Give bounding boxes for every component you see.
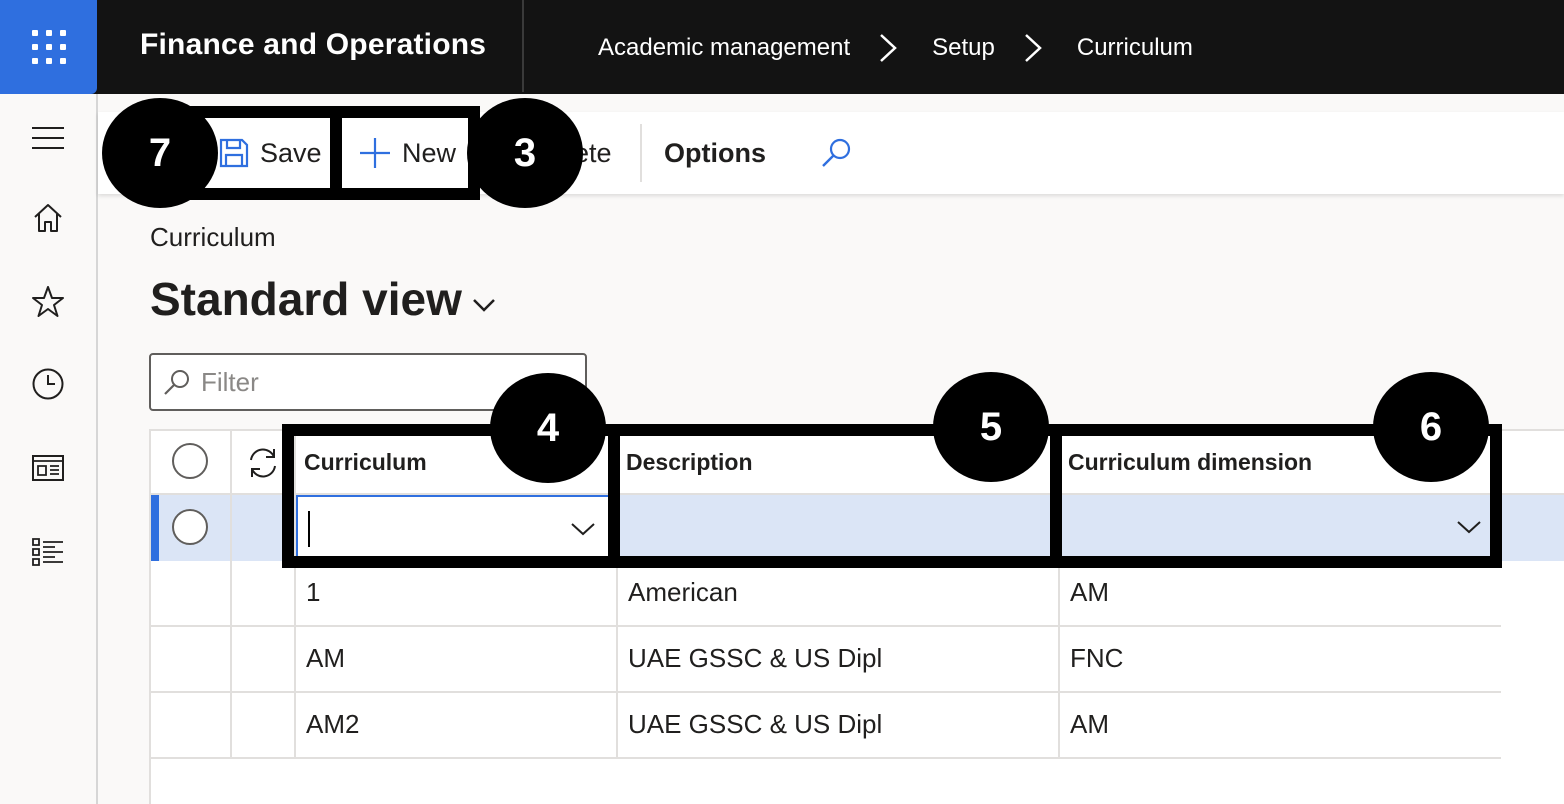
selected-row-indicator bbox=[151, 495, 159, 561]
new-button[interactable]: New bbox=[358, 112, 456, 194]
view-name: Standard view bbox=[150, 273, 462, 325]
cell-curriculum: AM2 bbox=[306, 709, 360, 739]
breadcrumb-academic-management[interactable]: Academic management bbox=[598, 34, 850, 62]
favorites-star-icon[interactable] bbox=[30, 284, 66, 320]
app-title[interactable]: Finance and Operations bbox=[140, 28, 486, 62]
chevron-down-icon[interactable] bbox=[570, 521, 596, 537]
select-all-radio[interactable] bbox=[172, 443, 208, 479]
table-row[interactable]: 1 American AM bbox=[151, 561, 1501, 625]
options-button[interactable]: Options bbox=[664, 112, 766, 194]
save-floppy-icon bbox=[219, 138, 249, 168]
title-divider bbox=[522, 0, 524, 92]
chevron-right-icon bbox=[880, 34, 897, 62]
app-launcher-icon[interactable] bbox=[0, 0, 97, 94]
callout-step-5: 5 bbox=[933, 372, 1049, 482]
column-header-curriculum[interactable]: Curriculum bbox=[304, 449, 427, 476]
callout-step-3: 3 bbox=[467, 98, 583, 208]
top-bar: Finance and Operations Academic manageme… bbox=[0, 0, 1564, 94]
cell-description: UAE GSSC & US Dipl bbox=[628, 709, 883, 739]
chevron-down-icon[interactable] bbox=[1456, 519, 1482, 535]
column-header-curriculum-dimension[interactable]: Curriculum dimension bbox=[1068, 449, 1312, 476]
view-selector[interactable]: Standard view bbox=[150, 272, 496, 326]
callout-step-4: 4 bbox=[490, 373, 606, 483]
cell-curriculum-dimension: AM bbox=[1070, 709, 1109, 739]
row-select-radio[interactable] bbox=[172, 509, 208, 545]
callout-step-7: 7 bbox=[102, 98, 218, 208]
text-caret bbox=[308, 511, 310, 547]
breadcrumb: Academic management Setup Curriculum bbox=[598, 33, 1193, 63]
curriculum-dimension-input[interactable] bbox=[1062, 495, 1492, 561]
chevron-right-icon bbox=[1025, 34, 1042, 62]
hamburger-menu-icon[interactable] bbox=[30, 120, 66, 156]
breadcrumb-curriculum[interactable]: Curriculum bbox=[1077, 34, 1193, 62]
table-row[interactable]: AM2 UAE GSSC & US Dipl AM bbox=[151, 693, 1501, 757]
table-row[interactable]: AM UAE GSSC & US Dipl FNC bbox=[151, 627, 1501, 691]
curriculum-input[interactable] bbox=[296, 495, 612, 561]
new-label: New bbox=[402, 137, 457, 168]
column-header-description[interactable]: Description bbox=[626, 449, 753, 476]
curriculum-grid: Curriculum Description Curriculum dimens… bbox=[149, 429, 1564, 804]
plus-icon bbox=[360, 138, 390, 168]
cell-curriculum-dimension: FNC bbox=[1070, 643, 1124, 673]
callout-step-6: 6 bbox=[1373, 372, 1489, 482]
save-button[interactable]: Save bbox=[218, 112, 322, 194]
cell-curriculum: 1 bbox=[306, 577, 321, 607]
chevron-down-icon bbox=[472, 299, 495, 312]
search-icon bbox=[164, 370, 189, 395]
refresh-icon[interactable] bbox=[245, 445, 281, 481]
home-icon[interactable] bbox=[30, 200, 66, 236]
workspaces-icon[interactable] bbox=[30, 450, 66, 486]
left-navigation bbox=[0, 94, 98, 804]
search-icon[interactable] bbox=[820, 136, 854, 170]
cell-curriculum-dimension: AM bbox=[1070, 577, 1109, 607]
cell-description: American bbox=[628, 577, 738, 607]
save-label: Save bbox=[260, 137, 322, 168]
breadcrumb-setup[interactable]: Setup bbox=[932, 34, 995, 62]
cell-description: UAE GSSC & US Dipl bbox=[628, 643, 883, 673]
modules-list-icon[interactable] bbox=[30, 534, 66, 570]
recent-clock-icon[interactable] bbox=[30, 366, 66, 402]
cell-curriculum: AM bbox=[306, 643, 345, 673]
page-caption: Curriculum bbox=[150, 222, 276, 252]
command-bar: Save New ete Options bbox=[98, 112, 1564, 194]
description-input[interactable] bbox=[620, 495, 1056, 561]
toolbar-divider bbox=[640, 124, 642, 182]
